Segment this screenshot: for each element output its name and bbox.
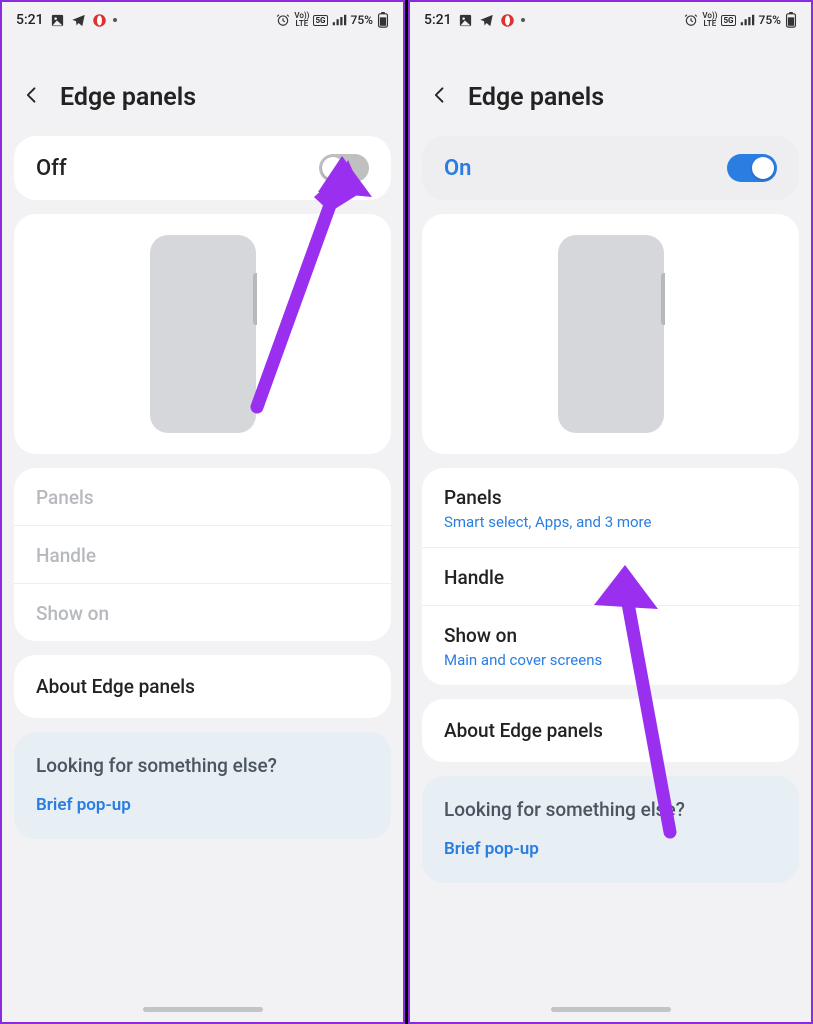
screenshot-left: 5:21 Vo))LTE 5G 75% [0, 0, 405, 1024]
about-card[interactable]: About Edge panels [422, 699, 799, 762]
settings-row-showon[interactable]: Show on Main and cover screens [422, 606, 799, 685]
signal-icon [740, 13, 755, 27]
master-toggle-label: On [444, 156, 471, 181]
tips-title: Looking for something else? [444, 798, 777, 821]
gallery-icon [458, 13, 473, 28]
master-toggle-card: On [422, 136, 799, 200]
about-card[interactable]: About Edge panels [14, 655, 391, 718]
battery-percent: 75% [759, 13, 781, 27]
back-button[interactable] [22, 82, 42, 112]
page-header: Edge panels [410, 38, 811, 122]
alarm-icon [276, 13, 290, 27]
master-toggle[interactable] [319, 154, 369, 182]
battery-icon [377, 12, 389, 28]
opera-icon [500, 13, 515, 28]
more-notifications-dot [521, 18, 525, 22]
master-toggle-card: Off [14, 136, 391, 200]
tips-card: Looking for something else? Brief pop-up [14, 732, 391, 839]
settings-row-handle[interactable]: Handle [422, 548, 799, 606]
volte-icon: Vo))LTE [702, 12, 717, 28]
showon-subtitle: Main and cover screens [444, 651, 777, 669]
settings-row-handle: Handle [14, 526, 391, 584]
settings-row-showon: Show on [14, 584, 391, 641]
tips-link-brief-popup[interactable]: Brief pop-up [36, 795, 369, 815]
about-row: About Edge panels [422, 699, 799, 762]
phone-preview-icon [558, 235, 664, 433]
gesture-nav-bar[interactable] [143, 1007, 263, 1012]
settings-list: Panels Smart select, Apps, and 3 more Ha… [422, 468, 799, 685]
battery-percent: 75% [351, 13, 373, 27]
back-button[interactable] [430, 82, 450, 112]
network-5g-icon: 5G [313, 15, 327, 26]
phone-preview-icon [150, 235, 256, 433]
settings-list: Panels Handle Show on [14, 468, 391, 641]
page-title: Edge panels [60, 83, 196, 112]
preview-card [14, 214, 391, 454]
opera-icon [92, 13, 107, 28]
status-bar: 5:21 Vo))LTE 5G 75% [2, 2, 403, 38]
status-time: 5:21 [424, 12, 452, 28]
alarm-icon [684, 13, 698, 27]
gesture-nav-bar[interactable] [551, 1007, 671, 1012]
page-header: Edge panels [2, 38, 403, 122]
settings-row-panels: Panels [14, 468, 391, 526]
master-toggle-label: Off [36, 156, 67, 181]
panels-subtitle: Smart select, Apps, and 3 more [444, 513, 777, 531]
volte-icon: Vo))LTE [294, 12, 309, 28]
tips-link-brief-popup[interactable]: Brief pop-up [444, 839, 777, 859]
telegram-icon [71, 13, 86, 28]
tips-card: Looking for something else? Brief pop-up [422, 776, 799, 883]
screenshot-right: 5:21 Vo))LTE 5G 75% [408, 0, 813, 1024]
gallery-icon [50, 13, 65, 28]
preview-card [422, 214, 799, 454]
more-notifications-dot [113, 18, 117, 22]
battery-icon [785, 12, 797, 28]
status-time: 5:21 [16, 12, 44, 28]
telegram-icon [479, 13, 494, 28]
tips-title: Looking for something else? [36, 754, 369, 777]
about-row: About Edge panels [14, 655, 391, 718]
master-toggle[interactable] [727, 154, 777, 182]
signal-icon [332, 13, 347, 27]
network-5g-icon: 5G [721, 15, 735, 26]
status-bar: 5:21 Vo))LTE 5G 75% [410, 2, 811, 38]
settings-row-panels[interactable]: Panels Smart select, Apps, and 3 more [422, 468, 799, 548]
page-title: Edge panels [468, 83, 604, 112]
